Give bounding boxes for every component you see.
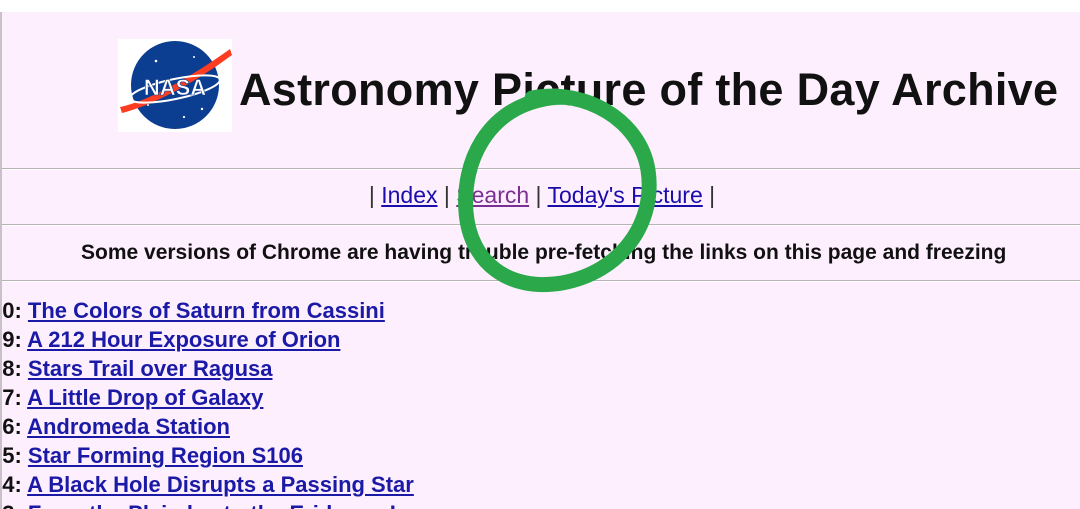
archive-entry: 23: From the Pleiades to the Eridanus Lo… — [2, 499, 444, 509]
archive-entry: 26: Andromeda Station — [2, 412, 444, 441]
entry-date: 25: — [2, 443, 22, 468]
nav-separator: | — [443, 182, 450, 208]
nav-separator: | — [368, 182, 375, 208]
top-divider — [2, 168, 1080, 170]
entry-date: 26: — [2, 414, 22, 439]
apod-archive-page: NASA Astronomy Picture of the Day Archiv… — [0, 12, 1080, 509]
entry-link[interactable]: A Little Drop of Galaxy — [27, 385, 263, 410]
archive-entry: 24: A Black Hole Disrupts a Passing Star — [2, 470, 444, 499]
archive-entry: 28: Stars Trail over Ragusa — [2, 354, 444, 383]
archive-entry: 29: A 212 Hour Exposure of Orion — [2, 325, 444, 354]
nav-link-search[interactable]: Search — [456, 182, 529, 208]
nasa-logo-text: NASA — [144, 75, 206, 100]
entry-link[interactable]: Stars Trail over Ragusa — [28, 356, 273, 381]
page-title: Astronomy Picture of the Day Archive — [239, 64, 1059, 115]
nav-separator: | — [535, 182, 542, 208]
entry-date: 28: — [2, 356, 22, 381]
entry-date: 30: — [2, 298, 22, 323]
page-header: NASA Astronomy Picture of the Day Archiv… — [2, 12, 1080, 168]
nav-link-index[interactable]: Index — [381, 182, 437, 208]
archive-entry: 30: The Colors of Saturn from Cassini — [2, 296, 444, 325]
entry-link[interactable]: Star Forming Region S106 — [28, 443, 303, 468]
entry-link[interactable]: The Colors of Saturn from Cassini — [28, 298, 385, 323]
entry-date: 29: — [2, 327, 22, 352]
nav-divider — [2, 224, 1080, 226]
archive-list: 30: The Colors of Saturn from Cassini 29… — [2, 296, 444, 509]
entry-link[interactable]: Andromeda Station — [27, 414, 230, 439]
entry-date: 23: — [2, 501, 22, 509]
chrome-notice: Some versions of Chrome are having troub… — [81, 241, 1007, 264]
nav-separator: | — [709, 182, 716, 208]
entry-link[interactable]: A Black Hole Disrupts a Passing Star — [27, 472, 414, 497]
entry-link[interactable]: From the Pleiades to the Eridanus Loop — [28, 501, 444, 509]
nasa-logo: NASA — [118, 39, 232, 132]
top-nav: | Index | Search | Today's Picture | — [2, 182, 1080, 209]
nav-link-todays-picture[interactable]: Today's Picture — [548, 182, 703, 208]
entry-date: 24: — [2, 472, 22, 497]
archive-entry: 27: A Little Drop of Galaxy — [2, 383, 444, 412]
notice-divider — [2, 280, 1080, 282]
archive-entry: 25: Star Forming Region S106 — [2, 441, 444, 470]
entry-date: 27: — [2, 385, 22, 410]
entry-link[interactable]: A 212 Hour Exposure of Orion — [27, 327, 340, 352]
